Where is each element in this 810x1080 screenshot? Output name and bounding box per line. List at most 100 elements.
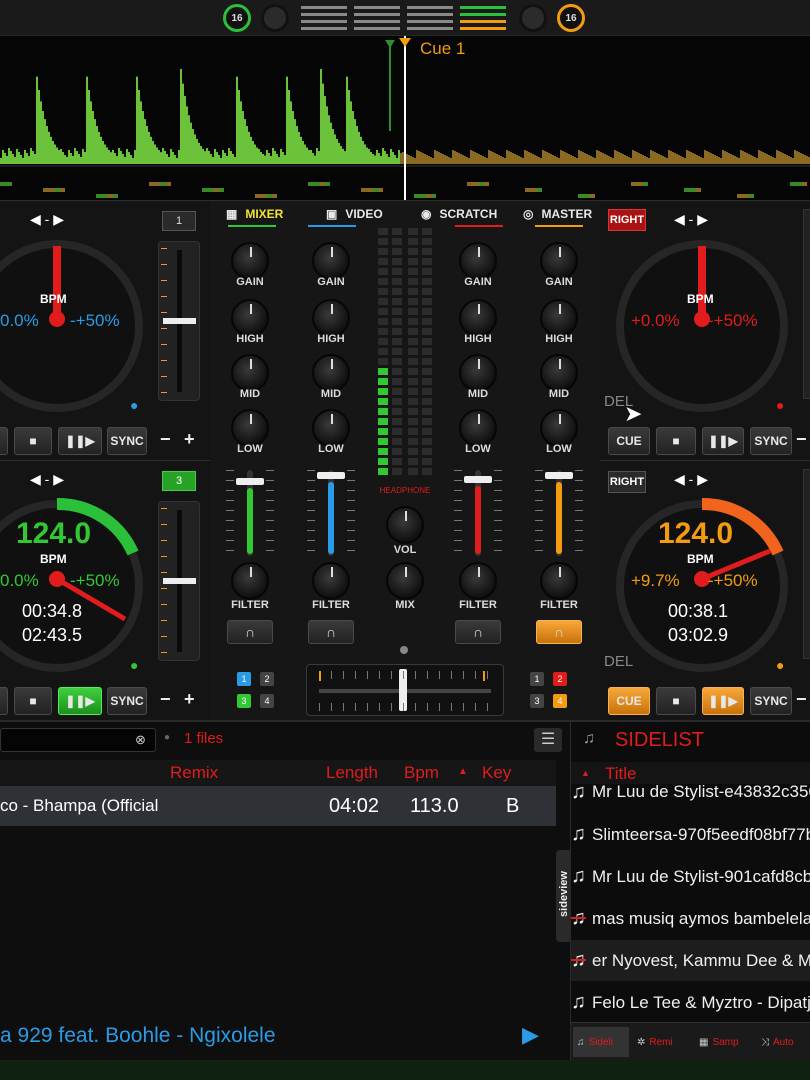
deck-3-tone-icon[interactable]: ● [130, 657, 138, 673]
column-length[interactable]: Length [326, 763, 378, 783]
deck-1-stop-button[interactable]: ■ [14, 427, 52, 455]
tab-scratch[interactable]: ◉ SCRATCH [421, 202, 497, 226]
ch4-volume-fader[interactable] [545, 466, 573, 562]
tab-mixer[interactable]: ▦ MIXER [226, 202, 283, 226]
select-right-deck-4[interactable]: 4 [553, 694, 567, 708]
select-deck-3[interactable]: 3 [237, 694, 251, 708]
column-key[interactable]: Key [482, 763, 511, 783]
deck-3-stop-button[interactable]: ■ [14, 687, 52, 715]
deck-4-tone-icon[interactable]: ● [776, 657, 784, 673]
ch4-mid-knob[interactable] [540, 354, 578, 392]
tab-sampler[interactable]: ▦ Samp [695, 1027, 753, 1057]
list-item[interactable]: ♫ Mr Luu de Stylist-901cafd8cb [571, 856, 810, 897]
deck-4-play-button[interactable]: ❚❚▶ [702, 687, 744, 715]
ch1-filter-knob[interactable] [231, 562, 269, 600]
layout-button-4[interactable] [460, 4, 506, 32]
deck-1-nav[interactable]: ◀ - ▶ [30, 211, 64, 228]
deck-1-tone-icon[interactable]: ● [130, 397, 138, 413]
list-item[interactable]: ♫ Felo Le Tee & Myztro - Dipatj [571, 982, 810, 1023]
mix-knob[interactable] [386, 562, 424, 600]
vol-knob[interactable] [386, 506, 424, 544]
search-input[interactable]: ⊗ [0, 728, 156, 752]
deck-4-minus-button[interactable]: − [796, 689, 807, 710]
tab-video[interactable]: ▣ VIDEO [326, 202, 383, 226]
deck-4-cue-button[interactable]: CUE [608, 687, 650, 715]
deck-1-play-button[interactable]: ❚❚▶ [58, 427, 102, 455]
ch2-volume-fader[interactable] [317, 466, 345, 562]
deck-3-minus-button[interactable]: − [160, 689, 171, 710]
deck-2-nav[interactable]: ◀ - ▶ [674, 211, 708, 228]
deck-left-dial[interactable] [261, 4, 289, 32]
deck-1-minus-button[interactable]: − [160, 429, 171, 450]
layout-button-1[interactable] [301, 4, 347, 32]
ch2-mid-knob[interactable] [312, 354, 350, 392]
deck-2-tone-icon[interactable]: ● [776, 397, 784, 413]
deck-2-pitch-slider[interactable] [803, 209, 810, 399]
ch3-high-knob[interactable] [459, 299, 497, 337]
ch3-low-knob[interactable] [459, 409, 497, 447]
deck-1-sync-button[interactable]: SYNC [107, 427, 147, 455]
deck-4-stop-button[interactable]: ■ [656, 687, 696, 715]
tab-automix[interactable]: ⤨ Auto [757, 1027, 810, 1057]
list-item[interactable]: ♫ Slimteersa-970f5eedf08bf77b [571, 814, 810, 855]
select-right-deck-3[interactable]: 3 [530, 694, 544, 708]
deck-1-pitch-slider[interactable] [158, 241, 200, 401]
track-row[interactable]: co - Bhampa (Official M 04:02 113.0 B [0, 786, 556, 826]
deck-1-number[interactable]: 1 [162, 211, 196, 231]
ch4-high-knob[interactable] [540, 299, 578, 337]
deck-4-pitch-slider[interactable] [803, 469, 810, 659]
ch4-headphone-button[interactable]: ∩ [536, 620, 582, 644]
select-deck-1[interactable]: 1 [237, 672, 251, 686]
deck-2-sync-button[interactable]: SYNC [750, 427, 792, 455]
deck-1-plus-button[interactable]: + [184, 429, 195, 450]
ch4-low-knob[interactable] [540, 409, 578, 447]
deck-3-nav[interactable]: ◀ - ▶ [30, 471, 64, 488]
ch4-filter-knob[interactable] [540, 562, 578, 600]
list-item[interactable]: ♫ Mr Luu de Stylist-e43832c356 [571, 772, 810, 812]
select-deck-4[interactable]: 4 [260, 694, 274, 708]
sideview-toggle-icon[interactable]: ☰ [534, 728, 562, 752]
crossfader[interactable] [306, 664, 504, 716]
deck-4-nav[interactable]: ◀ - ▶ [674, 471, 708, 488]
tab-sidelist[interactable]: ♫ Sideli [573, 1027, 629, 1057]
deck-3-cue-button[interactable] [0, 687, 8, 715]
deck-3-pitch-slider[interactable] [158, 501, 200, 661]
cue-label[interactable]: Cue 1 [420, 39, 465, 59]
waveform-panel[interactable]: Cue 1 [0, 36, 810, 200]
ch2-high-knob[interactable] [312, 299, 350, 337]
ch1-low-knob[interactable] [231, 409, 269, 447]
select-right-deck-2[interactable]: 2 [553, 672, 567, 686]
clear-search-icon[interactable]: ⊗ [135, 732, 146, 748]
tab-master[interactable]: ◎ MASTER [523, 202, 592, 226]
deck-left-indicator[interactable]: 16 [223, 4, 251, 32]
list-item[interactable]: ♫ er Nyovest, Kammu Dee & Ma [571, 940, 810, 981]
column-bpm[interactable]: Bpm [404, 763, 439, 783]
ch3-headphone-button[interactable]: ∩ [455, 620, 501, 644]
waveform-graph[interactable] [0, 36, 810, 200]
deck-4-sync-button[interactable]: SYNC [750, 687, 792, 715]
layout-button-2[interactable] [354, 4, 400, 32]
deck-2-cue-button[interactable]: CUE [608, 427, 650, 455]
ch3-mid-knob[interactable] [459, 354, 497, 392]
select-right-deck-1[interactable]: 1 [530, 672, 544, 686]
deck-2-play-button[interactable]: ❚❚▶ [702, 427, 744, 455]
column-remix[interactable]: Remix [170, 763, 218, 783]
deck-right-indicator[interactable]: 16 [557, 4, 585, 32]
list-item[interactable]: ♫ mas musiq aymos bambelela [571, 898, 810, 939]
deck-3-number[interactable]: 3 [162, 471, 196, 491]
deck-2-minus-button[interactable]: − [796, 429, 807, 450]
ch2-gain-knob[interactable] [312, 242, 350, 280]
deck-1-cue-button[interactable] [0, 427, 8, 455]
ch3-filter-knob[interactable] [459, 562, 497, 600]
ch1-volume-fader[interactable] [236, 466, 264, 562]
ch3-volume-fader[interactable] [464, 466, 492, 562]
ch1-high-knob[interactable] [231, 299, 269, 337]
play-preview-icon[interactable]: ▶ [522, 1022, 539, 1048]
ch1-mid-knob[interactable] [231, 354, 269, 392]
deck-3-play-button[interactable]: ❚❚▶ [58, 687, 102, 715]
deck-3-plus-button[interactable]: + [184, 689, 195, 710]
tab-remix[interactable]: ✲ Remi [633, 1027, 691, 1057]
select-deck-2[interactable]: 2 [260, 672, 274, 686]
ch2-low-knob[interactable] [312, 409, 350, 447]
ch3-gain-knob[interactable] [459, 242, 497, 280]
